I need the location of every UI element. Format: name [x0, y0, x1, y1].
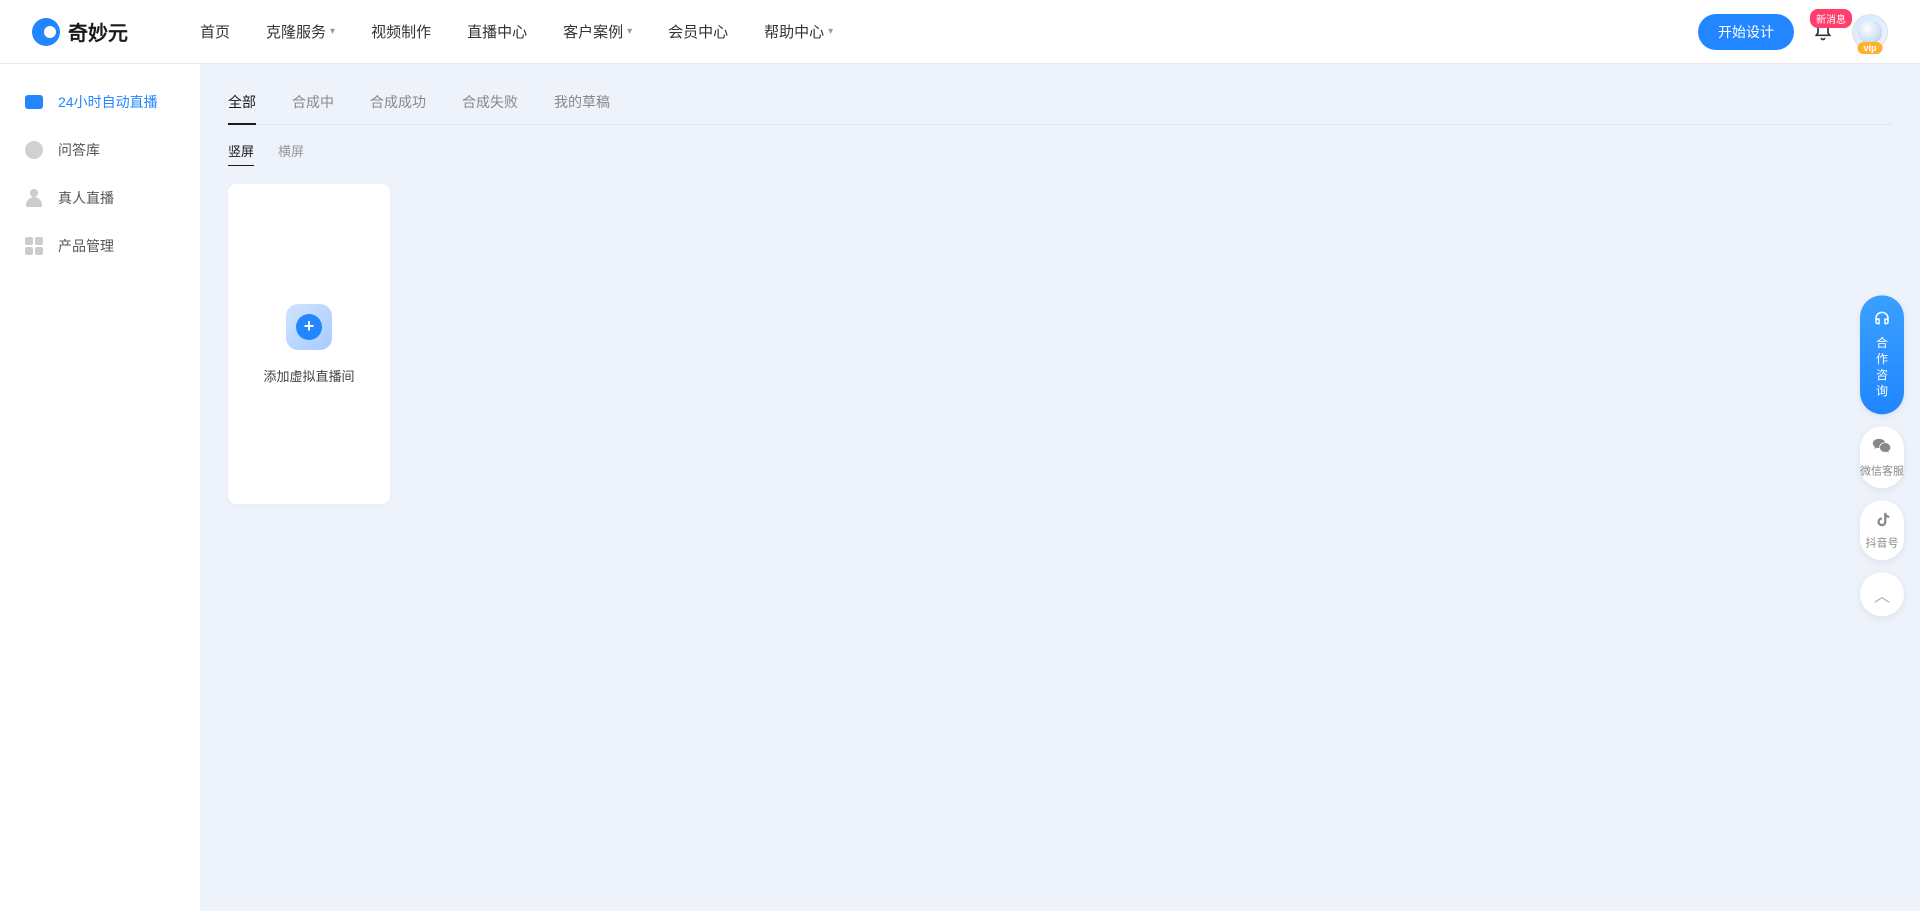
- nav-label: 视频制作: [371, 21, 431, 42]
- top-nav: 首页 克隆服务 ▾ 视频制作 直播中心 客户案例 ▾ 会员中心 帮助中心 ▾: [200, 21, 833, 42]
- logo-text: 奇妙元: [68, 17, 128, 46]
- chevron-up-icon: ︿: [1874, 582, 1890, 606]
- tab-all[interactable]: 全部: [228, 84, 256, 124]
- nav-label: 克隆服务: [266, 21, 326, 42]
- chevron-down-icon: ▾: [627, 26, 632, 37]
- start-design-button[interactable]: 开始设计: [1698, 14, 1794, 50]
- person-icon: [24, 188, 44, 208]
- logo-icon: [32, 18, 60, 46]
- douyin-label: 抖音号: [1866, 537, 1899, 550]
- header-right: 开始设计 新消息 vip: [1698, 14, 1888, 50]
- sidebar-item-product-manage[interactable]: 产品管理: [0, 222, 200, 270]
- scroll-to-top-button[interactable]: ︿: [1860, 572, 1904, 616]
- tab-synthesis-success[interactable]: 合成成功: [370, 84, 426, 124]
- add-virtual-live-room-card[interactable]: + 添加虚拟直播间: [228, 184, 390, 504]
- wechat-label: 微信客服: [1860, 465, 1904, 478]
- nav-label: 直播中心: [467, 21, 527, 42]
- monitor-icon: [24, 92, 44, 112]
- sidebar-item-label: 真人直播: [58, 188, 114, 208]
- nav-customer-cases[interactable]: 客户案例 ▾: [563, 21, 632, 42]
- consult-button[interactable]: 合作咨询: [1860, 295, 1904, 414]
- sidebar-item-label: 问答库: [58, 140, 100, 160]
- douyin-icon: [1873, 510, 1891, 533]
- logo[interactable]: 奇妙元: [32, 17, 128, 46]
- headset-icon: [1873, 309, 1891, 332]
- chevron-down-icon: ▾: [828, 26, 833, 37]
- sidebar-item-auto-live[interactable]: 24小时自动直播: [0, 78, 200, 126]
- sidebar-item-real-live[interactable]: 真人直播: [0, 174, 200, 222]
- tab-synthesis-failed[interactable]: 合成失败: [462, 84, 518, 124]
- card-area: + 添加虚拟直播间: [228, 184, 1892, 504]
- nav-label: 首页: [200, 21, 230, 42]
- sidebar-item-qa-library[interactable]: 问答库: [0, 126, 200, 174]
- subtab-portrait[interactable]: 竖屏: [228, 137, 254, 164]
- notification-badge: 新消息: [1810, 9, 1852, 28]
- top-header: 奇妙元 首页 克隆服务▾ 视频制作 直播中心 客户案例▾ 会员中心 帮助中心▾ …: [0, 0, 1920, 64]
- orientation-tabs: 竖屏 横屏: [228, 137, 1892, 164]
- wechat-support-button[interactable]: 微信客服: [1860, 426, 1904, 488]
- chevron-down-icon: ▾: [330, 26, 335, 37]
- body-layout: 24小时自动直播 问答库 真人直播 产品管理 全部 合成中 合成成功 合成失败 …: [0, 64, 1920, 911]
- nav-video-production[interactable]: 视频制作: [371, 21, 431, 42]
- grid-icon: [24, 236, 44, 256]
- nav-live-center[interactable]: 直播中心: [467, 21, 527, 42]
- user-avatar[interactable]: vip: [1852, 14, 1888, 50]
- nav-clone-service[interactable]: 克隆服务 ▾: [266, 21, 335, 42]
- sidebar-item-label: 24小时自动直播: [58, 92, 158, 112]
- nav-label: 客户案例: [563, 21, 623, 42]
- nav-label: 会员中心: [668, 21, 728, 42]
- notifications-button[interactable]: 新消息: [1812, 21, 1834, 43]
- vip-badge: vip: [1857, 42, 1882, 54]
- status-tabs: 全部 合成中 合成成功 合成失败 我的草稿: [228, 84, 1892, 125]
- sidebar-item-label: 产品管理: [58, 236, 114, 256]
- nav-help-center[interactable]: 帮助中心 ▾: [764, 21, 833, 42]
- main-content: 全部 合成中 合成成功 合成失败 我的草稿 竖屏 横屏 + 添加虚拟直播间: [200, 64, 1920, 911]
- tab-synthesizing[interactable]: 合成中: [292, 84, 334, 124]
- left-sidebar: 24小时自动直播 问答库 真人直播 产品管理: [0, 64, 200, 911]
- subtab-landscape[interactable]: 横屏: [278, 137, 304, 164]
- chat-icon: [24, 140, 44, 160]
- add-card-label: 添加虚拟直播间: [263, 366, 354, 385]
- nav-home[interactable]: 首页: [200, 21, 230, 42]
- plus-icon: +: [286, 304, 332, 350]
- nav-label: 帮助中心: [764, 21, 824, 42]
- nav-member-center[interactable]: 会员中心: [668, 21, 728, 42]
- floating-actions: 合作咨询 微信客服 抖音号 ︿: [1860, 295, 1904, 616]
- douyin-button[interactable]: 抖音号: [1860, 500, 1904, 560]
- wechat-icon: [1872, 436, 1892, 461]
- consult-label: 合作咨询: [1874, 336, 1891, 400]
- tab-my-drafts[interactable]: 我的草稿: [554, 84, 610, 124]
